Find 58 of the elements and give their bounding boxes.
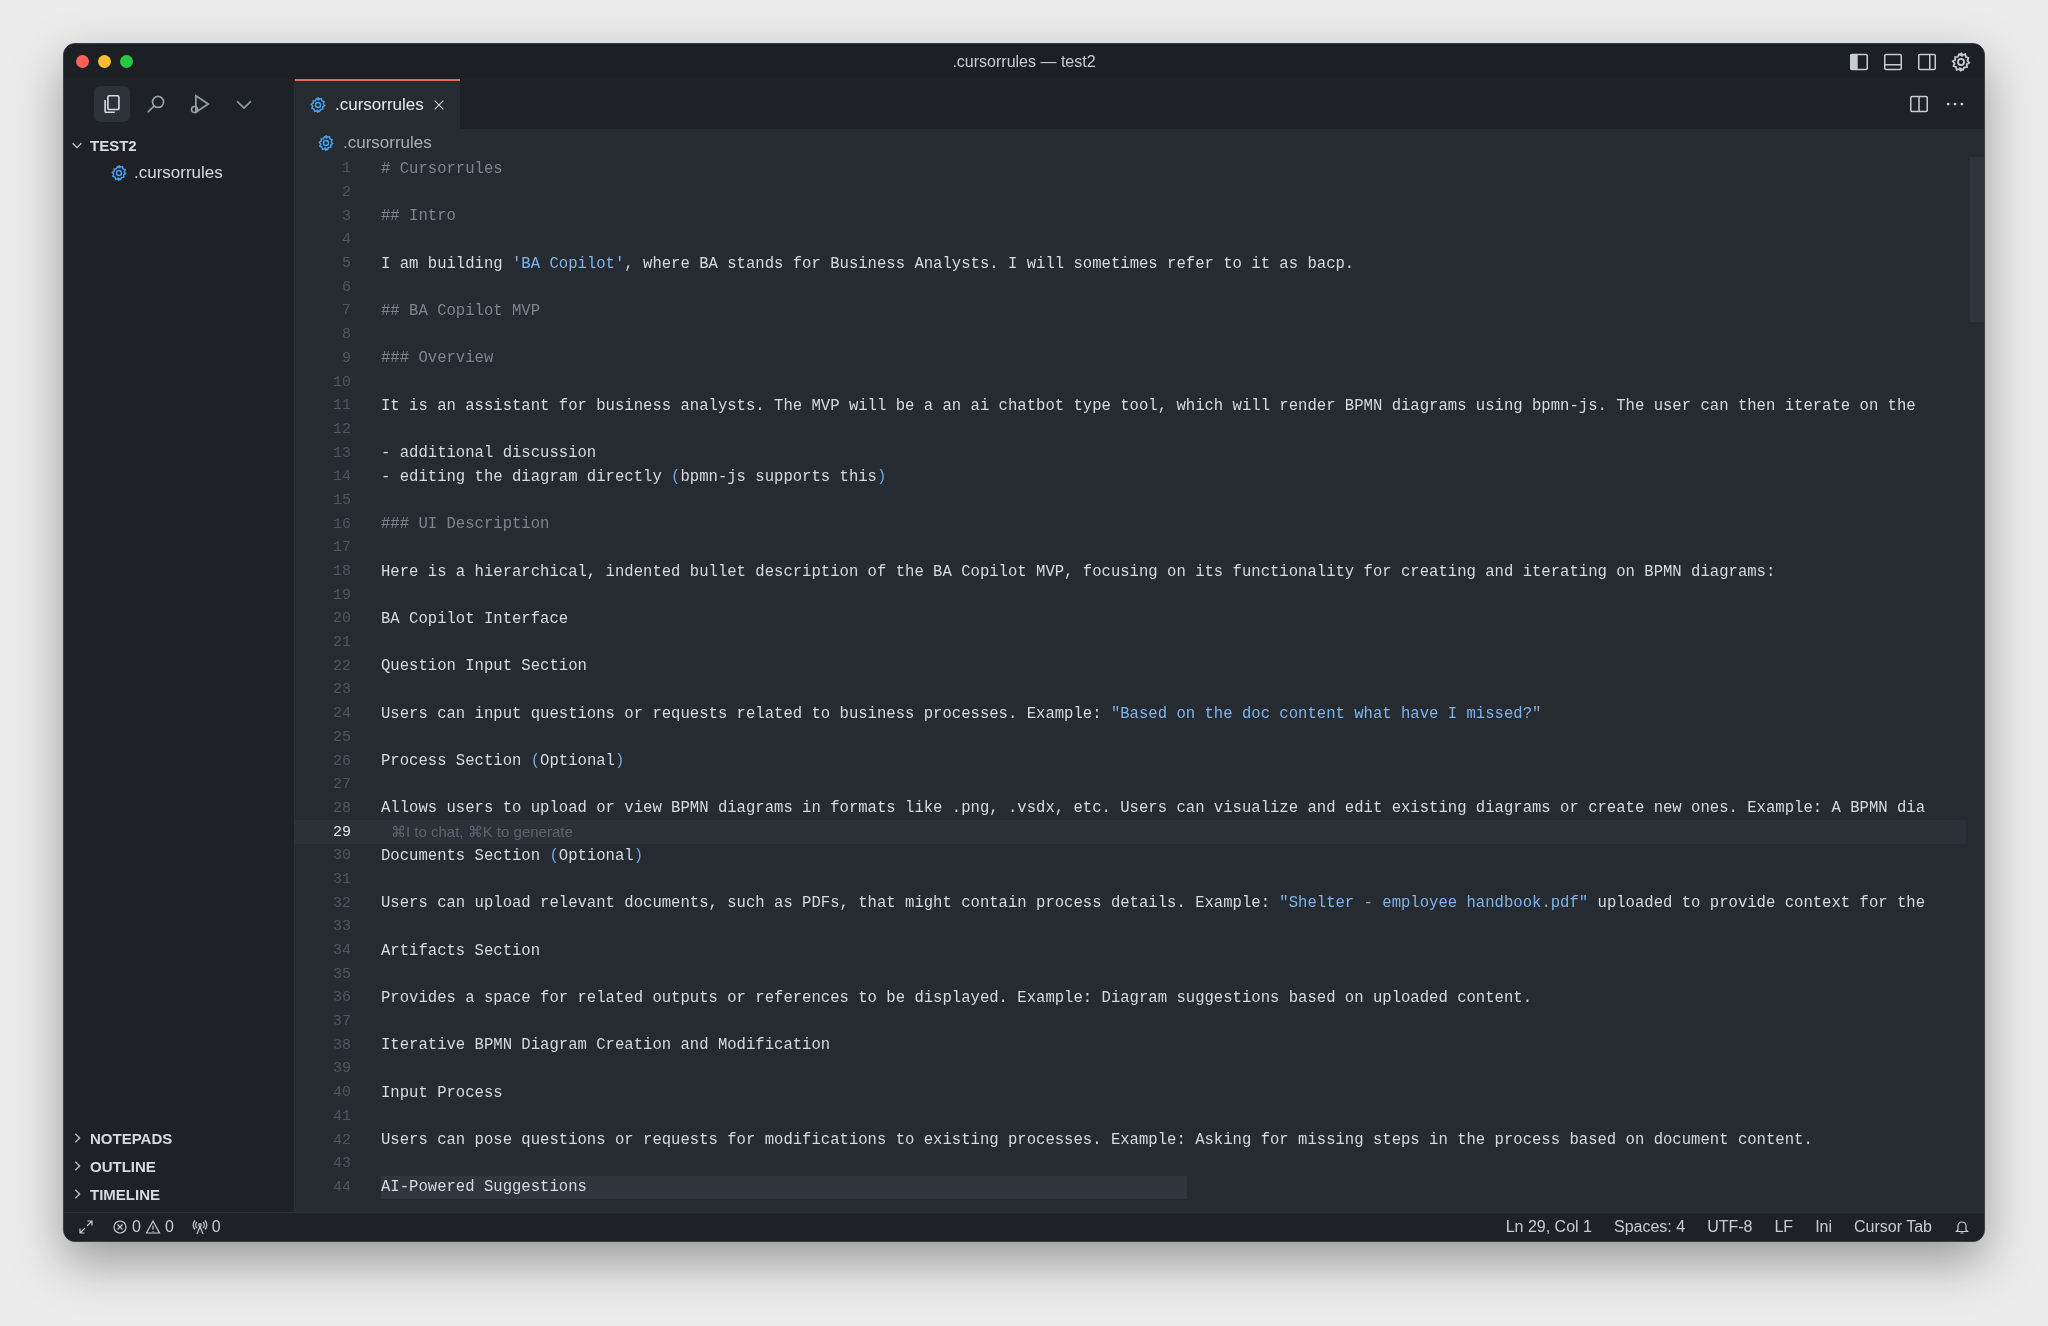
minimize-button[interactable] <box>98 55 111 68</box>
search-icon <box>145 93 167 115</box>
code-line: ### UI Description <box>381 514 550 536</box>
status-item[interactable]: Cursor Tab <box>1854 1218 1932 1236</box>
code-line: Artifacts Section <box>381 940 541 962</box>
code-line: ### Overview <box>381 348 494 370</box>
bell-icon[interactable] <box>1954 1219 1970 1235</box>
folder-label[interactable]: TEST2 <box>90 136 137 154</box>
warning-icon[interactable] <box>144 1219 161 1235</box>
files-icon <box>101 93 123 115</box>
status-item[interactable]: UTF-8 <box>1707 1218 1753 1236</box>
code-line: Users can input questions or requests related to business processes. Example: "Based on the doc content what have I missed?" <box>381 703 1542 725</box>
error-icon[interactable] <box>112 1219 128 1235</box>
section-header[interactable]: TIMELINE <box>90 1185 160 1203</box>
window-title: .cursorrules — test2 <box>952 52 1096 70</box>
breadcrumb-item[interactable]: .cursorrules <box>343 133 432 153</box>
code-line: Process Section (Optional) <box>381 751 625 773</box>
line-number: 29 <box>332 823 351 841</box>
code-line: - editing the diagram directly (bpmn-js supports this) <box>381 466 887 488</box>
code-line: Provides a space for related outputs or references to be displayed. Example: Diagram suggestions based on uploaded content. <box>381 987 1532 1009</box>
code-line: Allows users to upload or view BPMN diagrams in formats like .png, .vsdx, etc. Users can visualize and edit existing diagrams or create new ones. Example: A BPMN dia <box>381 798 1926 820</box>
split-editor-icon[interactable] <box>1908 93 1930 115</box>
code-line: Input Process <box>381 1082 503 1104</box>
code-line: Users can pose questions or requests for modifications to existing processes. Example: Asking for missing steps in the process based on document content. <box>381 1130 1813 1152</box>
section-header[interactable]: NOTEPADS <box>90 1129 173 1147</box>
code-line: ## BA Copilot MVP <box>381 300 541 322</box>
code-line: ## Intro <box>381 206 456 228</box>
status-item[interactable]: Ini <box>1815 1218 1833 1236</box>
code-line: # Cursorrules <box>381 158 503 180</box>
file-gear-icon <box>110 164 128 182</box>
code-line: Iterative BPMN Diagram Creation and Modification <box>381 1035 831 1057</box>
code-line: - additional discussion <box>381 443 597 465</box>
breadcrumb-gear-icon <box>317 134 335 152</box>
status-item[interactable]: Spaces: 4 <box>1613 1218 1686 1236</box>
section-header[interactable]: OUTLINE <box>90 1157 156 1175</box>
activity-button[interactable] <box>94 86 130 122</box>
code-line: Question Input Section <box>381 656 587 678</box>
remote-icon[interactable] <box>78 1219 94 1235</box>
file-item[interactable]: .cursorrules <box>134 163 223 183</box>
code-line: Users can upload relevant documents, such as PDFs, that might contain process details. Example: "Shelter - employee handbook.pdf" uploaded to provide context for the <box>381 893 1926 915</box>
code-line: I am building 'BA Copilot', where BA stands for Business Analysts. I will sometimes refer to it as bacp. <box>381 253 1355 275</box>
run-debug-icon <box>189 93 211 115</box>
status-item[interactable]: Ln 29, Col 1 <box>1505 1218 1592 1236</box>
scrollbar[interactable] <box>1970 157 1984 322</box>
code-line: Here is a hierarchical, indented bullet description of the BA Copilot MVP, focusing on its functionality for creating and iterating on BPMN diagrams: <box>381 561 1776 583</box>
zoom-button[interactable] <box>120 55 133 68</box>
ports-count[interactable]: 0 <box>211 1218 221 1236</box>
tab-gear-icon <box>309 96 327 114</box>
editor-tab[interactable]: .cursorrules <box>295 79 460 129</box>
code-line: BA Copilot Interface <box>381 608 569 630</box>
settings-icon <box>1950 50 1972 73</box>
status-item[interactable]: LF <box>1774 1218 1794 1236</box>
warning-count[interactable]: 0 <box>164 1218 174 1236</box>
close-button[interactable] <box>76 55 89 68</box>
error-count[interactable]: 0 <box>132 1218 141 1236</box>
code-line: Documents Section (Optional) <box>381 845 644 867</box>
broadcast-icon[interactable] <box>191 1219 208 1235</box>
code-line: It is an assistant for business analysts. The MVP will be a an ai chatbot type tool, which will render BPMN diagrams using bpmn-js. The user can then iterate on the <box>381 395 1916 417</box>
